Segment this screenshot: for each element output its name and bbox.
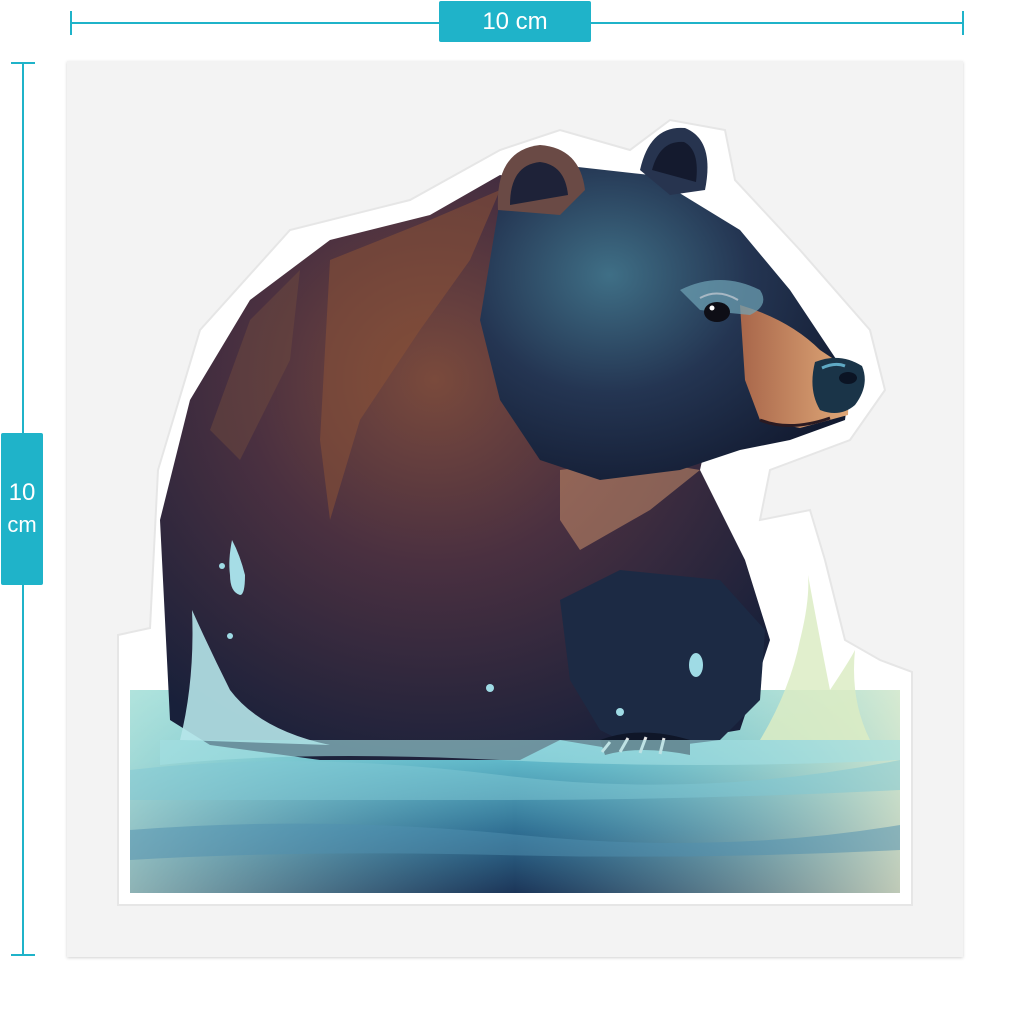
product-mockup: 10 cm 10 cm — [0, 0, 1024, 1024]
bear-sticker-artwork — [117, 118, 913, 906]
bear-eye — [704, 302, 730, 322]
